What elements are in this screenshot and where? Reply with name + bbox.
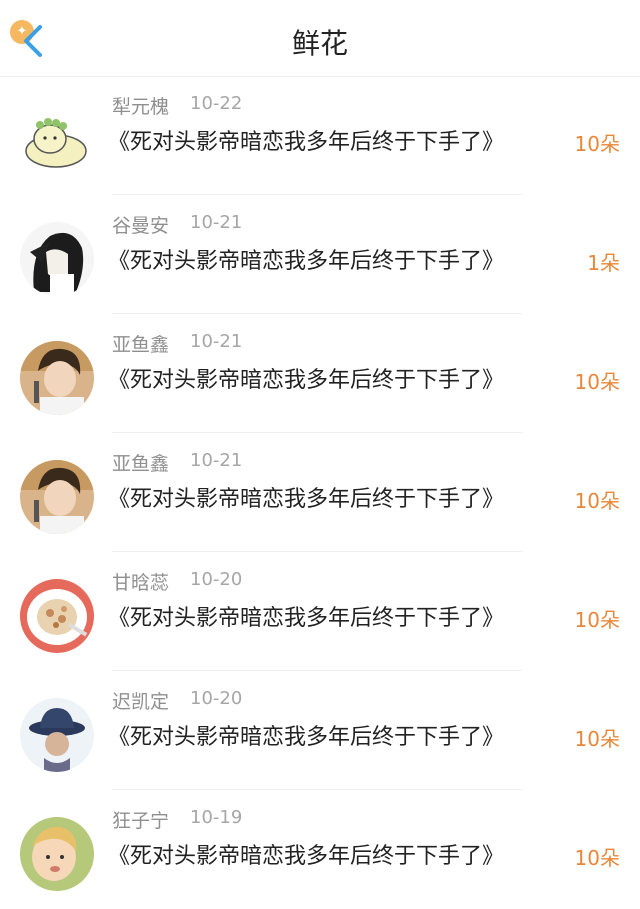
list-item[interactable]: 亚鱼鑫 10-21 《死对头影帝暗恋我多年后终于下手了》 10朵 (0, 433, 640, 552)
flower-count: 10朵 (574, 489, 620, 513)
date: 10-20 (190, 688, 243, 709)
list-item[interactable]: 亚鱼鑫 10-21 《死对头影帝暗恋我多年后终于下手了》 10朵 (0, 314, 640, 433)
date: 10-21 (190, 450, 243, 471)
book-title[interactable]: 《死对头影帝暗恋我多年后终于下手了》 (108, 243, 504, 275)
user-name: 狂子宁 (112, 810, 170, 832)
flower-count: 10朵 (574, 727, 620, 751)
flower-count: 10朵 (574, 846, 620, 870)
avatar (20, 103, 94, 177)
list-item[interactable]: 甘晗蕊 10-20 《死对头影帝暗恋我多年后终于下手了》 10朵 (0, 552, 640, 671)
user-name: 犁元槐 (112, 96, 170, 118)
flower-list: 犁元槐 10-22 《死对头影帝暗恋我多年后终于下手了》 10朵 谷曼安 10-… (0, 76, 640, 909)
user-name: 亚鱼鑫 (112, 334, 170, 356)
avatar (20, 222, 94, 296)
date: 10-21 (190, 331, 243, 352)
app-header: ✦ 鲜花 (0, 0, 640, 77)
avatar (20, 579, 94, 653)
avatar (20, 698, 94, 772)
avatar (20, 817, 94, 891)
list-item[interactable]: 犁元槐 10-22 《死对头影帝暗恋我多年后终于下手了》 10朵 (0, 76, 640, 195)
user-name: 甘晗蕊 (112, 572, 170, 594)
date: 10-21 (190, 212, 243, 233)
flower-count: 10朵 (574, 132, 620, 156)
book-title[interactable]: 《死对头影帝暗恋我多年后终于下手了》 (108, 362, 504, 394)
list-item[interactable]: 迟凯定 10-20 《死对头影帝暗恋我多年后终于下手了》 10朵 (0, 671, 640, 790)
book-title[interactable]: 《死对头影帝暗恋我多年后终于下手了》 (108, 838, 504, 870)
list-item[interactable]: 谷曼安 10-21 《死对头影帝暗恋我多年后终于下手了》 1朵 (0, 195, 640, 314)
avatar (20, 341, 94, 415)
book-title[interactable]: 《死对头影帝暗恋我多年后终于下手了》 (108, 481, 504, 513)
book-title[interactable]: 《死对头影帝暗恋我多年后终于下手了》 (108, 719, 504, 751)
list-item[interactable]: 狂子宁 10-19 《死对头影帝暗恋我多年后终于下手了》 10朵 (0, 790, 640, 909)
avatar (20, 460, 94, 534)
book-title[interactable]: 《死对头影帝暗恋我多年后终于下手了》 (108, 124, 504, 156)
page-title: 鲜花 (291, 27, 348, 60)
book-title[interactable]: 《死对头影帝暗恋我多年后终于下手了》 (108, 600, 504, 632)
user-name: 迟凯定 (112, 691, 170, 713)
flower-count: 10朵 (574, 608, 620, 632)
date: 10-22 (190, 93, 243, 114)
user-name: 谷曼安 (112, 215, 170, 237)
user-name: 亚鱼鑫 (112, 453, 170, 475)
date: 10-19 (190, 807, 243, 828)
flower-count: 10朵 (574, 370, 620, 394)
flower-count: 1朵 (587, 251, 620, 275)
date: 10-20 (190, 569, 243, 590)
